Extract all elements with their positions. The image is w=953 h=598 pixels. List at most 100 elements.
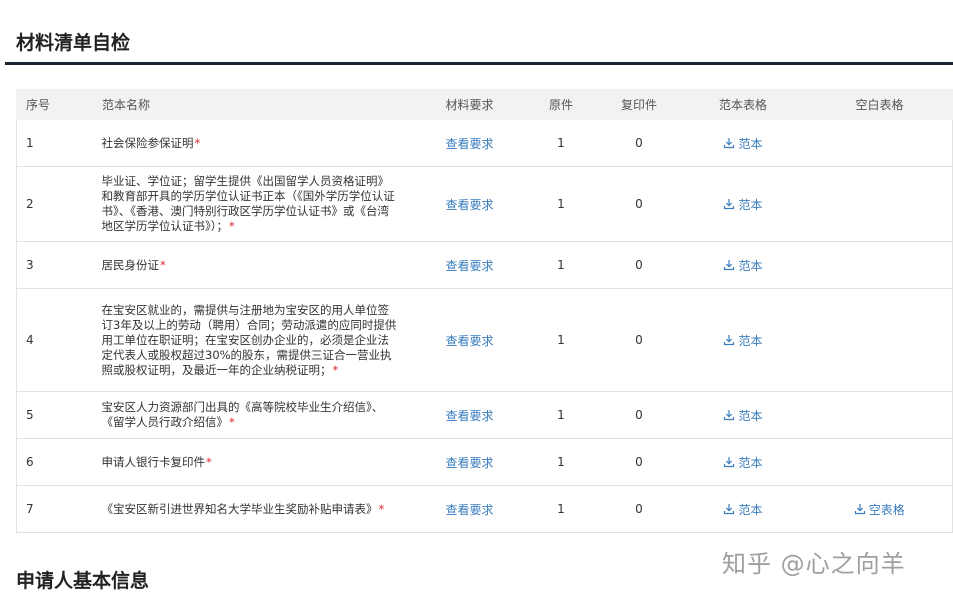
row-index: 4 <box>16 288 94 392</box>
row-sample: 范本 <box>679 288 807 392</box>
download-icon <box>724 198 735 209</box>
section-title-applicant-info: 申请人基本信息 <box>16 570 150 592</box>
copy-count: 0 <box>635 197 643 211</box>
required-mark: * <box>229 415 235 429</box>
row-requirement: 查看要求 <box>415 485 524 533</box>
row-name: 社会保险参保证明* <box>93 119 416 167</box>
material-name: 居民身份证 <box>101 257 160 272</box>
row-index: 3 <box>16 241 94 289</box>
blank-form-label: 空表格 <box>868 502 905 517</box>
download-icon <box>724 334 735 345</box>
sample-download-link[interactable]: 范本 <box>723 456 763 470</box>
download-icon <box>724 503 735 514</box>
row-requirement: 查看要求 <box>415 391 524 439</box>
download-icon <box>724 137 735 148</box>
row-index: 2 <box>16 166 94 242</box>
required-mark: * <box>378 501 385 516</box>
row-blank <box>806 288 953 392</box>
header-blank: 空白表格 <box>806 89 953 120</box>
copy-count: 0 <box>635 136 643 150</box>
watermark: 知乎 @心之向羊 <box>722 550 906 578</box>
view-requirements-link[interactable]: 查看要求 <box>445 259 493 273</box>
row-name: 宝安区人力资源部门出具的《高等院校毕业生介绍信》、《留学人员行政介绍信》* <box>93 391 416 439</box>
header-sample: 范本表格 <box>679 89 807 120</box>
row-copy: 0 <box>598 288 680 392</box>
row-name: 申请人银行卡复印件* <box>93 438 416 486</box>
row-original: 1 <box>523 391 599 439</box>
original-count: 1 <box>557 502 565 516</box>
view-requirements-link[interactable]: 查看要求 <box>445 137 493 151</box>
row-original: 1 <box>523 438 599 486</box>
row-original: 1 <box>523 119 599 167</box>
row-blank: 空表格 <box>806 485 953 533</box>
row-requirement: 查看要求 <box>415 288 524 392</box>
row-index: 5 <box>16 391 94 439</box>
row-sample: 范本 <box>679 485 807 533</box>
row-copy: 0 <box>598 119 680 167</box>
required-mark: * <box>194 135 201 150</box>
view-requirements-link[interactable]: 查看要求 <box>445 503 493 517</box>
table-row: 2 毕业证、学位证；留学生提供《出国留学人员资格证明》和教育部开具的学历学位认证… <box>16 166 953 242</box>
row-blank <box>806 119 953 167</box>
row-name: 《宝安区新引进世界知名大学毕业生奖励补贴申请表》* <box>93 485 416 533</box>
download-icon <box>724 409 735 420</box>
table-row: 3 居民身份证* 查看要求 1 0 范本 <box>16 241 953 289</box>
copy-count: 0 <box>635 258 643 272</box>
copy-count: 0 <box>635 455 643 469</box>
row-index: 1 <box>16 119 94 167</box>
row-index: 6 <box>16 438 94 486</box>
row-blank <box>806 438 953 486</box>
materials-table: 序号 范本名称 材料要求 原件 复印件 范本表格 空白表格 1 社会保险参保证明… <box>16 89 953 533</box>
row-blank <box>806 391 953 439</box>
view-requirements-link[interactable]: 查看要求 <box>445 198 493 212</box>
row-original: 1 <box>523 288 599 392</box>
row-sample: 范本 <box>679 119 807 167</box>
view-requirements-link[interactable]: 查看要求 <box>445 456 493 470</box>
table-row: 4 在宝安区就业的，需提供与注册地为宝安区的用人单位签订3年及以上的劳动（聘用）… <box>16 288 953 392</box>
material-name: 在宝安区就业的，需提供与注册地为宝安区的用人单位签订3年及以上的劳动（聘用）合同… <box>101 302 397 377</box>
row-name: 在宝安区就业的，需提供与注册地为宝安区的用人单位签订3年及以上的劳动（聘用）合同… <box>93 288 416 392</box>
copy-count: 0 <box>635 333 643 347</box>
sample-download-link[interactable]: 范本 <box>723 409 763 423</box>
row-requirement: 查看要求 <box>415 241 524 289</box>
row-blank <box>806 166 953 242</box>
row-copy: 0 <box>598 166 680 242</box>
table-row: 6 申请人银行卡复印件* 查看要求 1 0 范本 <box>16 438 953 486</box>
view-requirements-link[interactable]: 查看要求 <box>445 334 493 348</box>
original-count: 1 <box>557 258 565 272</box>
row-original: 1 <box>523 166 599 242</box>
view-requirements-link[interactable]: 查看要求 <box>445 409 493 423</box>
header-original: 原件 <box>523 89 599 120</box>
required-mark: * <box>332 362 339 377</box>
original-count: 1 <box>557 408 565 422</box>
download-icon <box>724 259 735 270</box>
row-requirement: 查看要求 <box>415 438 524 486</box>
row-copy: 0 <box>598 438 680 486</box>
row-original: 1 <box>523 241 599 289</box>
required-mark: * <box>160 257 166 272</box>
table-row: 5 宝安区人力资源部门出具的《高等院校毕业生介绍信》、《留学人员行政介绍信》* … <box>16 391 953 439</box>
sample-download-link[interactable]: 范本 <box>723 137 763 151</box>
row-blank <box>806 241 953 289</box>
original-count: 1 <box>557 136 565 150</box>
row-index: 7 <box>16 485 94 533</box>
sample-download-link[interactable]: 范本 <box>723 259 763 273</box>
required-mark: * <box>229 219 235 233</box>
section-title-materials-checklist: 材料清单自检 <box>16 32 131 54</box>
original-count: 1 <box>557 455 565 469</box>
row-copy: 0 <box>598 485 680 533</box>
sample-download-link[interactable]: 范本 <box>723 198 763 212</box>
material-name: 社会保险参保证明 <box>101 135 194 150</box>
blank-form-download-link[interactable]: 空表格 <box>854 503 905 517</box>
sample-download-link[interactable]: 范本 <box>723 334 763 348</box>
table-row: 1 社会保险参保证明* 查看要求 1 0 范本 <box>16 119 953 167</box>
section-divider <box>5 62 953 65</box>
material-name: 毕业证、学位证；留学生提供《出国留学人员资格证明》和教育部开具的学历学位认证书正… <box>101 174 395 233</box>
material-name: 宝安区人力资源部门出具的《高等院校毕业生介绍信》、《留学人员行政介绍信》 <box>101 400 384 429</box>
table-header-row: 序号 范本名称 材料要求 原件 复印件 范本表格 空白表格 <box>16 89 953 120</box>
download-icon <box>724 456 735 467</box>
download-icon <box>854 503 865 514</box>
sample-download-link[interactable]: 范本 <box>723 503 763 517</box>
row-copy: 0 <box>598 391 680 439</box>
row-copy: 0 <box>598 241 680 289</box>
